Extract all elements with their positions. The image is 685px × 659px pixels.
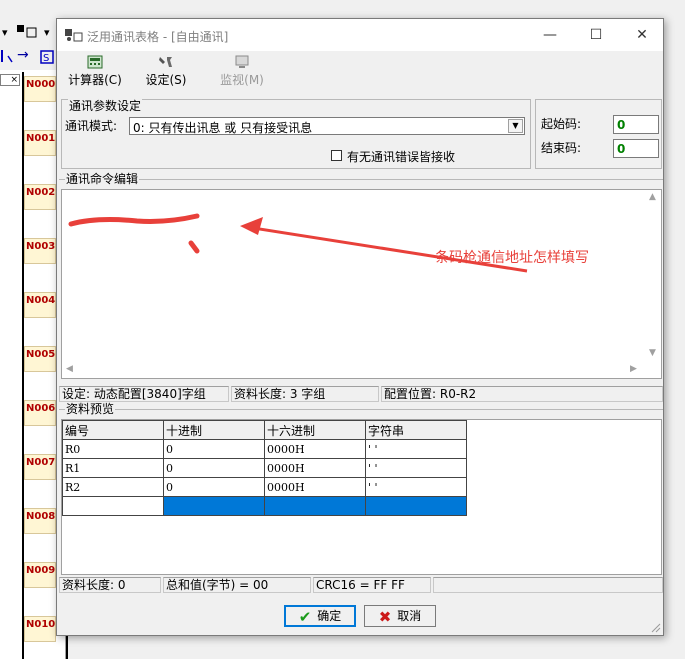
network-tag[interactable]: N008 bbox=[24, 508, 56, 534]
cell-decimal[interactable]: 0 bbox=[163, 439, 265, 459]
codes-group bbox=[535, 99, 662, 169]
scroll-right-icon[interactable]: ▶ bbox=[630, 364, 637, 374]
close-small-icon[interactable]: × bbox=[0, 74, 20, 86]
end-code-input[interactable]: 0 bbox=[613, 139, 659, 158]
table-header-row: 编号 十进制 十六进制 字符串 bbox=[62, 420, 467, 440]
header-hex: 十六进制 bbox=[264, 420, 366, 440]
ok-label: 确定 bbox=[317, 609, 342, 623]
data-preview-title: 资料预览 bbox=[65, 402, 116, 416]
status-empty bbox=[433, 577, 663, 593]
cell-selected[interactable] bbox=[365, 496, 467, 516]
annotation-arrow bbox=[68, 213, 528, 273]
status-checksum: 总和值(字节) = 00 bbox=[163, 577, 311, 593]
network-tag[interactable]: N002 bbox=[24, 184, 56, 210]
data-preview-table: 编号 十进制 十六进制 字符串 R0 0 0000H ' ' R1 0 0000… bbox=[62, 420, 467, 516]
network-tag[interactable]: N007 bbox=[24, 454, 56, 480]
editor-status-bar: 设定: 动态配置[3840]字组 资料长度: 3 字组 配置位置: R0-R2 bbox=[59, 386, 663, 402]
network-tag[interactable]: N000 bbox=[24, 76, 56, 102]
dialog-title: 泛用通讯表格 - [自由通讯] bbox=[87, 30, 229, 44]
comm-params-title: 通讯参数设定 bbox=[68, 99, 143, 113]
comm-mode-label: 通讯模式: bbox=[65, 119, 118, 133]
end-code-label: 结束码: bbox=[541, 141, 582, 155]
set-coil-icon[interactable]: S bbox=[40, 50, 54, 64]
preview-status-bar: 资料长度: 0 总和值(字节) = 00 CRC16 = FF FF bbox=[59, 577, 663, 593]
status-setting: 设定: 动态配置[3840]字组 bbox=[59, 386, 229, 402]
network-tag[interactable]: N006 bbox=[24, 400, 56, 426]
minimize-button[interactable]: — bbox=[527, 19, 573, 51]
status-data-length: 资料长度: 3 字组 bbox=[231, 386, 379, 402]
settings-label: 设定(S) bbox=[145, 73, 187, 87]
monitor-button[interactable]: 监视(M) bbox=[213, 53, 271, 89]
start-code-label: 起始码: bbox=[541, 117, 582, 131]
chevron-down-icon[interactable]: ▼ bbox=[508, 119, 523, 133]
cancel-button[interactable]: ✖ 取消 bbox=[364, 605, 436, 627]
calculator-label: 计算器(C) bbox=[68, 73, 122, 87]
resize-grip-icon[interactable] bbox=[651, 623, 661, 633]
dropdown-arrow-icon[interactable]: ▾ bbox=[44, 26, 50, 39]
comm-mode-select[interactable]: 0: 只有传出讯息 或 只有接受讯息 ▼ bbox=[129, 117, 525, 135]
settings-button[interactable]: 设定(S) bbox=[141, 53, 191, 89]
network-tag[interactable]: N010 bbox=[24, 616, 56, 642]
cell-string[interactable]: ' ' bbox=[365, 439, 467, 459]
calculator-button[interactable]: 计算器(C) bbox=[63, 53, 127, 89]
header-number: 编号 bbox=[62, 420, 164, 440]
scroll-down-icon[interactable]: ▼ bbox=[649, 348, 656, 358]
network-tag[interactable]: N005 bbox=[24, 346, 56, 372]
cross-icon: ✖ bbox=[378, 607, 392, 626]
table-row[interactable]: R1 0 0000H ' ' bbox=[62, 458, 467, 478]
cell-decimal[interactable]: 0 bbox=[163, 477, 265, 497]
table-row-new[interactable] bbox=[62, 496, 467, 516]
cell-number-empty[interactable] bbox=[62, 496, 164, 516]
dialog-toolbar: 计算器(C) 设定(S) 监视(M) bbox=[57, 53, 663, 89]
cell-number: R2 bbox=[62, 477, 164, 497]
close-button[interactable]: ✕ bbox=[619, 19, 665, 51]
dropdown-arrow-icon[interactable]: ▾ bbox=[2, 26, 8, 39]
annotation-text: 条码枪通信地址怎样填写 bbox=[435, 250, 589, 266]
app-icon bbox=[65, 29, 83, 42]
maximize-button[interactable]: ☐ bbox=[573, 19, 619, 51]
cell-string[interactable]: ' ' bbox=[365, 458, 467, 478]
status-crc16: CRC16 = FF FF bbox=[313, 577, 431, 593]
toolbar-tool-icon[interactable] bbox=[16, 22, 38, 40]
cell-hex[interactable]: 0000H bbox=[264, 458, 366, 478]
network-tag[interactable]: N004 bbox=[24, 292, 56, 318]
monitor-label: 监视(M) bbox=[220, 73, 264, 87]
header-decimal: 十进制 bbox=[163, 420, 265, 440]
start-code-input[interactable]: 0 bbox=[613, 115, 659, 134]
cell-selected[interactable] bbox=[264, 496, 366, 516]
svg-text:S: S bbox=[43, 53, 49, 64]
status-preview-length: 资料长度: 0 bbox=[59, 577, 161, 593]
comm-mode-value: 0: 只有传出讯息 或 只有接受讯息 bbox=[133, 121, 313, 135]
network-tag[interactable]: N003 bbox=[24, 238, 56, 264]
settings-tools-icon bbox=[159, 57, 172, 67]
contact-symbol-icon[interactable] bbox=[0, 48, 14, 66]
table-row[interactable]: R2 0 0000H ' ' bbox=[62, 477, 467, 497]
cell-hex[interactable]: 0000H bbox=[264, 477, 366, 497]
scroll-left-icon[interactable]: ◀ bbox=[66, 364, 73, 374]
cell-number: R1 bbox=[62, 458, 164, 478]
error-receive-label: 有无通讯错误皆接收 bbox=[347, 150, 456, 164]
cell-number: R0 bbox=[62, 439, 164, 459]
cell-hex[interactable]: 0000H bbox=[264, 439, 366, 459]
horizontal-scrollbar[interactable]: ◀ ▶ bbox=[62, 362, 646, 378]
comm-table-dialog: 泛用通讯表格 - [自由通讯] — ☐ ✕ 计算器(C) 设定(S) 监视(M)… bbox=[56, 18, 664, 636]
status-config-position: 配置位置: R0-R2 bbox=[381, 386, 663, 402]
command-editor-title: 通讯命令编辑 bbox=[65, 172, 140, 186]
network-tag[interactable]: N001 bbox=[24, 130, 56, 156]
error-receive-checkbox[interactable] bbox=[331, 150, 342, 161]
checkmark-icon: ✔ bbox=[298, 607, 312, 626]
monitor-icon bbox=[235, 55, 249, 68]
arrow-tool-icon[interactable]: → bbox=[17, 47, 29, 63]
cancel-label: 取消 bbox=[397, 609, 422, 623]
table-row[interactable]: R0 0 0000H ' ' bbox=[62, 439, 467, 459]
header-string: 字符串 bbox=[365, 420, 467, 440]
dialog-titlebar[interactable]: 泛用通讯表格 - [自由通讯] — ☐ ✕ bbox=[57, 19, 663, 51]
calculator-icon bbox=[87, 55, 103, 69]
network-tag[interactable]: N009 bbox=[24, 562, 56, 588]
cell-selected[interactable] bbox=[163, 496, 265, 516]
data-preview-table-area: 编号 十进制 十六进制 字符串 R0 0 0000H ' ' R1 0 0000… bbox=[61, 419, 662, 575]
cell-string[interactable]: ' ' bbox=[365, 477, 467, 497]
ok-button[interactable]: ✔ 确定 bbox=[284, 605, 356, 627]
cell-decimal[interactable]: 0 bbox=[163, 458, 265, 478]
